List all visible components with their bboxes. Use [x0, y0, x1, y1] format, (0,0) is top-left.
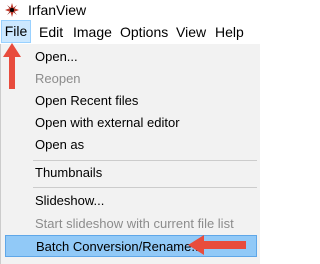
menu-item-open[interactable]: Open...	[5, 46, 257, 68]
menu-item-start-slideshow: Start slideshow with current file list	[35, 216, 234, 231]
menu-item-open-with-external-editor[interactable]: Open with external editor	[5, 112, 257, 134]
menu-image[interactable]: Image	[68, 20, 117, 44]
menu-file[interactable]: File	[1, 20, 31, 43]
window-title: IrfanView	[28, 2, 87, 18]
up-arrow-icon	[3, 43, 21, 89]
title-bar: IrfanView	[0, 0, 260, 20]
menu-item-open-as[interactable]: Open as	[5, 134, 257, 156]
menu-edit[interactable]: Edit	[34, 20, 68, 44]
menu-item-thumbnails[interactable]: Thumbnails	[5, 162, 257, 184]
menu-help[interactable]: Help	[210, 20, 249, 44]
menu-item-reopen: Reopen	[35, 71, 81, 86]
menu-item-open-recent-files[interactable]: Open Recent files	[5, 90, 257, 112]
file-menu-dropdown: Open... Reopen Open Recent files Open wi…	[0, 44, 260, 264]
menu-item-slideshow[interactable]: Slideshow...	[5, 190, 257, 212]
left-arrow-icon	[188, 235, 246, 255]
menu-bar: File Edit Image Options View Help	[0, 20, 260, 45]
irfanview-logo-icon	[5, 3, 19, 17]
menu-options[interactable]: Options	[115, 20, 173, 44]
menu-separator	[33, 160, 257, 161]
menu-separator	[33, 187, 257, 188]
menu-view[interactable]: View	[171, 20, 211, 44]
